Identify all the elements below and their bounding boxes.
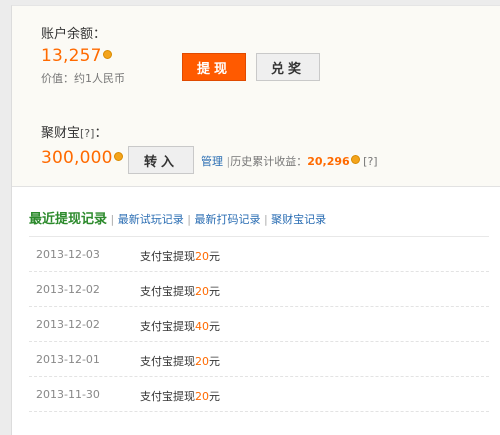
jucaibao-help-link[interactable]: [?] [80,127,94,140]
history-earnings-label: 历史累计收益： [230,155,308,168]
jucaibao-title: 聚财宝 [41,126,81,141]
tab-trial-records[interactable]: 最新试玩记录 [118,213,184,226]
records-tabs: 最近提现记录 | 最新试玩记录 | 最新打码记录 | 聚财宝记录 [29,208,326,227]
tab-separator: | [187,213,191,226]
record-amount: 20 [195,355,209,368]
coin-icon [350,155,360,164]
record-desc: 支付宝提现20元 [140,388,220,404]
withdraw-button[interactable]: 提现 [182,53,246,81]
record-type: 支付宝提现 [140,250,195,263]
record-unit: 元 [209,355,220,368]
jucaibao-label: 聚财宝[?]： [41,122,107,141]
balance-label: 账户余额： [41,27,107,42]
manage-link[interactable]: 管理 [201,155,223,168]
tab-separator: | [110,213,115,226]
record-date: 2013-12-02 [36,318,100,331]
record-date: 2013-12-03 [36,248,100,261]
tab-separator: | [263,213,268,226]
record-date: 2013-11-30 [36,388,100,401]
record-amount: 20 [195,285,209,298]
coin-icon [102,50,112,59]
list-item: 2013-12-01 支付宝提现20元 [29,342,489,377]
coin-icon [113,152,123,161]
history-earnings-value: 20,296 [307,155,350,168]
tab-jucaibao-records[interactable]: 聚财宝记录 [271,213,326,226]
tab-recent-withdrawals[interactable]: 最近提现记录 [29,212,107,227]
jucaibao-value: 300,000 [41,148,123,168]
record-unit: 元 [209,320,220,333]
record-unit: 元 [209,390,220,403]
balance-value: 13,257 [41,46,112,66]
record-type: 支付宝提现 [140,355,195,368]
record-type: 支付宝提现 [140,390,195,403]
record-date: 2013-12-01 [36,353,100,366]
tab-coding-records[interactable]: 最新打码记录 [194,213,260,226]
record-type: 支付宝提现 [140,320,195,333]
jucaibao-amount: 300,000 [41,148,113,168]
record-date: 2013-12-02 [36,283,100,296]
record-amount: 40 [195,320,209,333]
record-unit: 元 [209,285,220,298]
history-help-link[interactable]: [?] [363,155,377,168]
record-type: 支付宝提现 [140,285,195,298]
balance-amount: 13,257 [41,46,102,66]
record-amount: 20 [195,250,209,263]
record-desc: 支付宝提现40元 [140,318,220,334]
transfer-in-button[interactable]: 转入 [128,146,194,174]
withdrawal-records-list: 2013-12-03 支付宝提现20元 2013-12-02 支付宝提现20元 … [29,236,489,412]
record-desc: 支付宝提现20元 [140,248,220,264]
jucaibao-info-line: 管理 |历史累计收益：20,296 [?] [201,153,378,169]
list-item: 2013-11-30 支付宝提现20元 [29,377,489,412]
list-item: 2013-12-02 支付宝提现40元 [29,307,489,342]
jucaibao-colon: ： [94,126,108,141]
record-desc: 支付宝提现20元 [140,283,220,299]
record-amount: 20 [195,390,209,403]
list-item: 2013-12-02 支付宝提现20元 [29,272,489,307]
balance-value-note: 价值：约1人民币 [41,72,125,85]
record-unit: 元 [209,250,220,263]
list-item: 2013-12-03 支付宝提现20元 [29,236,489,272]
balance-section: 账户余额： 13,257 价值：约1人民币 提现 兑奖 聚财宝[?]： 300,… [12,6,500,187]
redeem-button[interactable]: 兑奖 [256,53,320,81]
record-desc: 支付宝提现20元 [140,353,220,369]
